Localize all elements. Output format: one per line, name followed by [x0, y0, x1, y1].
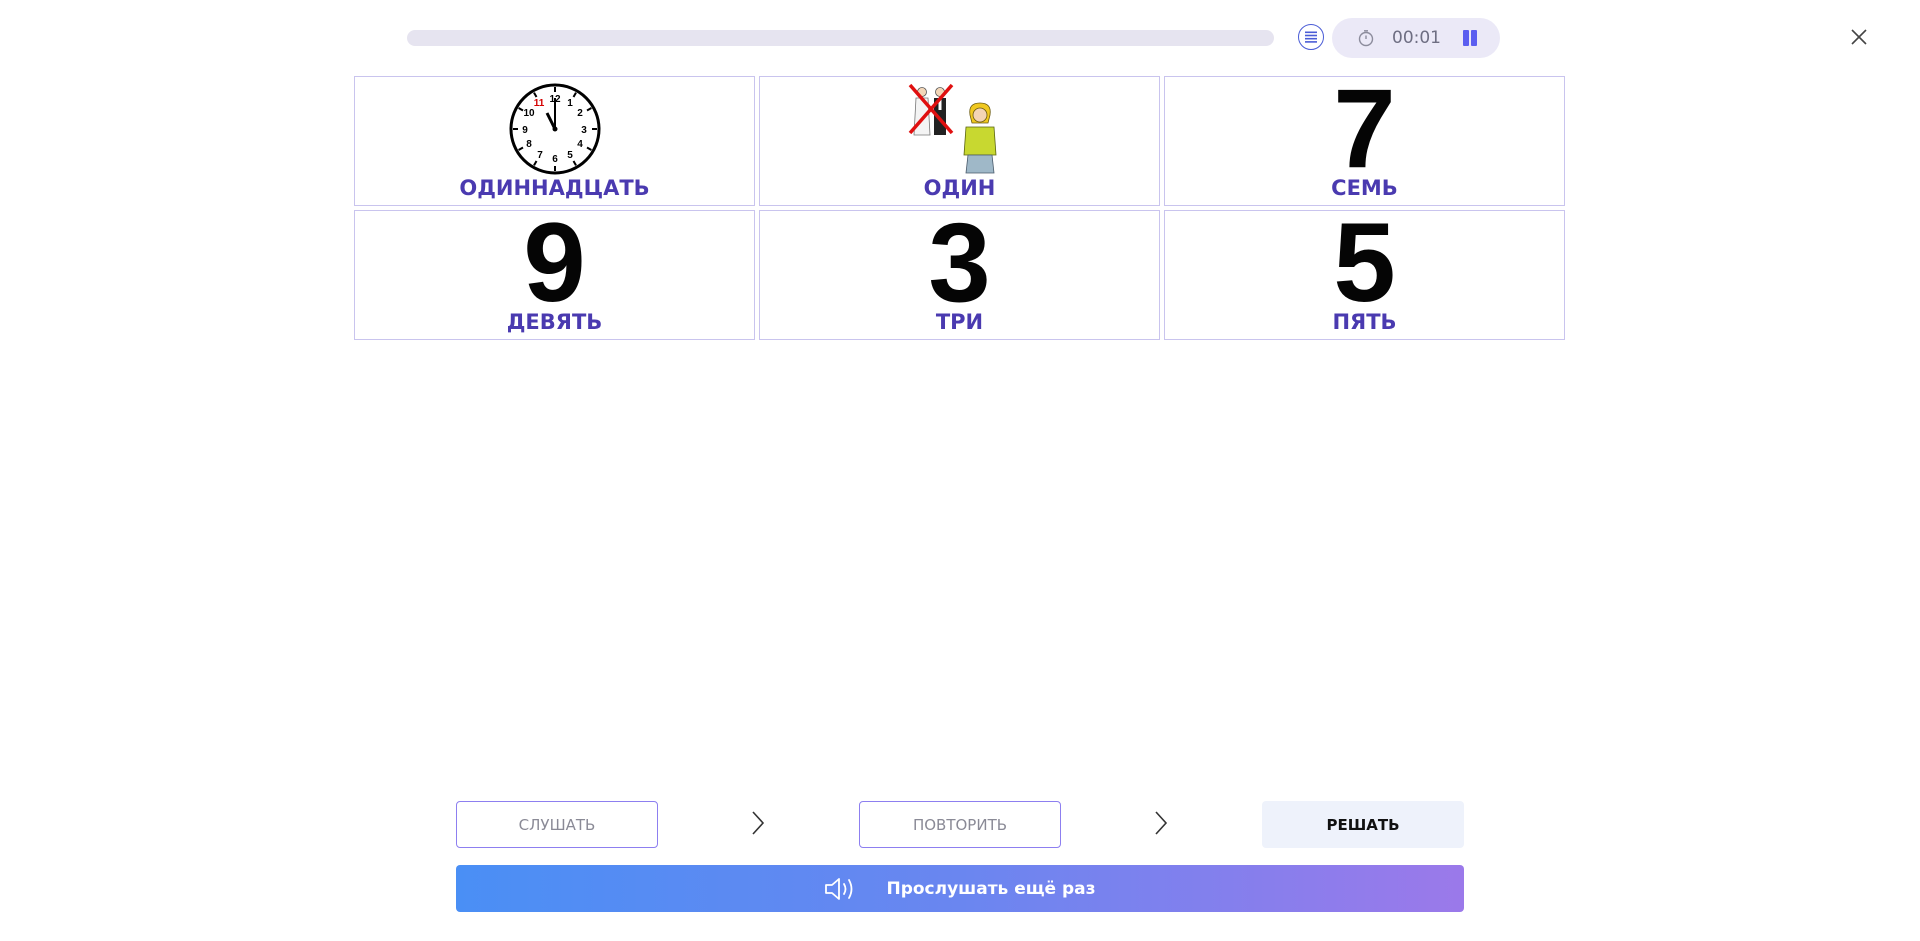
card-label: ОДИН	[923, 176, 996, 200]
chevron-right-icon	[1155, 811, 1168, 835]
card-image: 5	[1165, 200, 1564, 325]
svg-text:3: 3	[581, 125, 587, 136]
stopwatch-icon	[1358, 30, 1374, 47]
card-digit: 3	[928, 200, 991, 325]
step-listen-button[interactable]: СЛУШАТЬ	[456, 801, 658, 848]
speaker-icon	[825, 877, 853, 900]
svg-text:5: 5	[567, 150, 573, 161]
svg-text:10: 10	[523, 108, 535, 119]
svg-text:8: 8	[526, 139, 532, 150]
card-image: 9	[355, 200, 754, 325]
card-label: ПЯТЬ	[1332, 310, 1397, 334]
pause-icon	[1463, 30, 1469, 46]
card-digit: 5	[1333, 200, 1396, 325]
card-digit: 7	[1333, 66, 1396, 191]
card-label: ДЕВЯТЬ	[506, 310, 603, 334]
answer-card-6[interactable]: 5 ПЯТЬ	[1164, 200, 1565, 340]
card-label: ТРИ	[935, 310, 984, 334]
listen-again-button[interactable]: Прослушать ещё раз	[456, 865, 1464, 912]
card-image	[760, 83, 1159, 175]
svg-text:6: 6	[552, 154, 558, 165]
clock-icon: 1212 345 678 910 11	[509, 83, 600, 175]
list-icon	[1305, 31, 1317, 43]
people-icon	[908, 83, 996, 174]
card-image: 1212 345 678 910 11	[355, 83, 754, 175]
svg-text:1: 1	[567, 98, 573, 109]
answer-card-1[interactable]: 1212 345 678 910 11 ОДИННАДЦАТЬ	[354, 76, 755, 206]
svg-text:4: 4	[577, 139, 583, 150]
listen-again-label: Прослушать ещё раз	[886, 878, 1096, 899]
pause-icon-bar	[1471, 30, 1477, 46]
step-repeat-button[interactable]: ПОВТОРИТЬ	[859, 801, 1061, 848]
step-solve-button[interactable]: РЕШАТЬ	[1262, 801, 1464, 848]
list-button[interactable]	[1298, 24, 1324, 50]
svg-text:2: 2	[577, 108, 583, 119]
pause-button[interactable]	[1460, 28, 1480, 48]
card-image: 3	[760, 200, 1159, 325]
card-image: 7	[1165, 66, 1564, 191]
svg-text:7: 7	[537, 150, 543, 161]
card-label: СЕМЬ	[1331, 176, 1398, 200]
svg-text:9: 9	[522, 125, 528, 136]
card-digit: 9	[523, 200, 586, 325]
timer-text: 00:01	[1392, 28, 1441, 48]
answer-card-3[interactable]: 7 СЕМЬ	[1164, 66, 1565, 206]
answer-card-2[interactable]: ОДИН	[759, 76, 1160, 206]
answer-card-4[interactable]: 9 ДЕВЯТЬ	[354, 200, 755, 340]
svg-text:11: 11	[533, 98, 544, 109]
progress-bar	[407, 30, 1274, 46]
card-label: ОДИННАДЦАТЬ	[459, 176, 650, 200]
answer-card-5[interactable]: 3 ТРИ	[759, 200, 1160, 340]
close-icon[interactable]	[1846, 24, 1872, 50]
timer: 00:01	[1332, 18, 1500, 58]
chevron-right-icon	[752, 811, 765, 835]
